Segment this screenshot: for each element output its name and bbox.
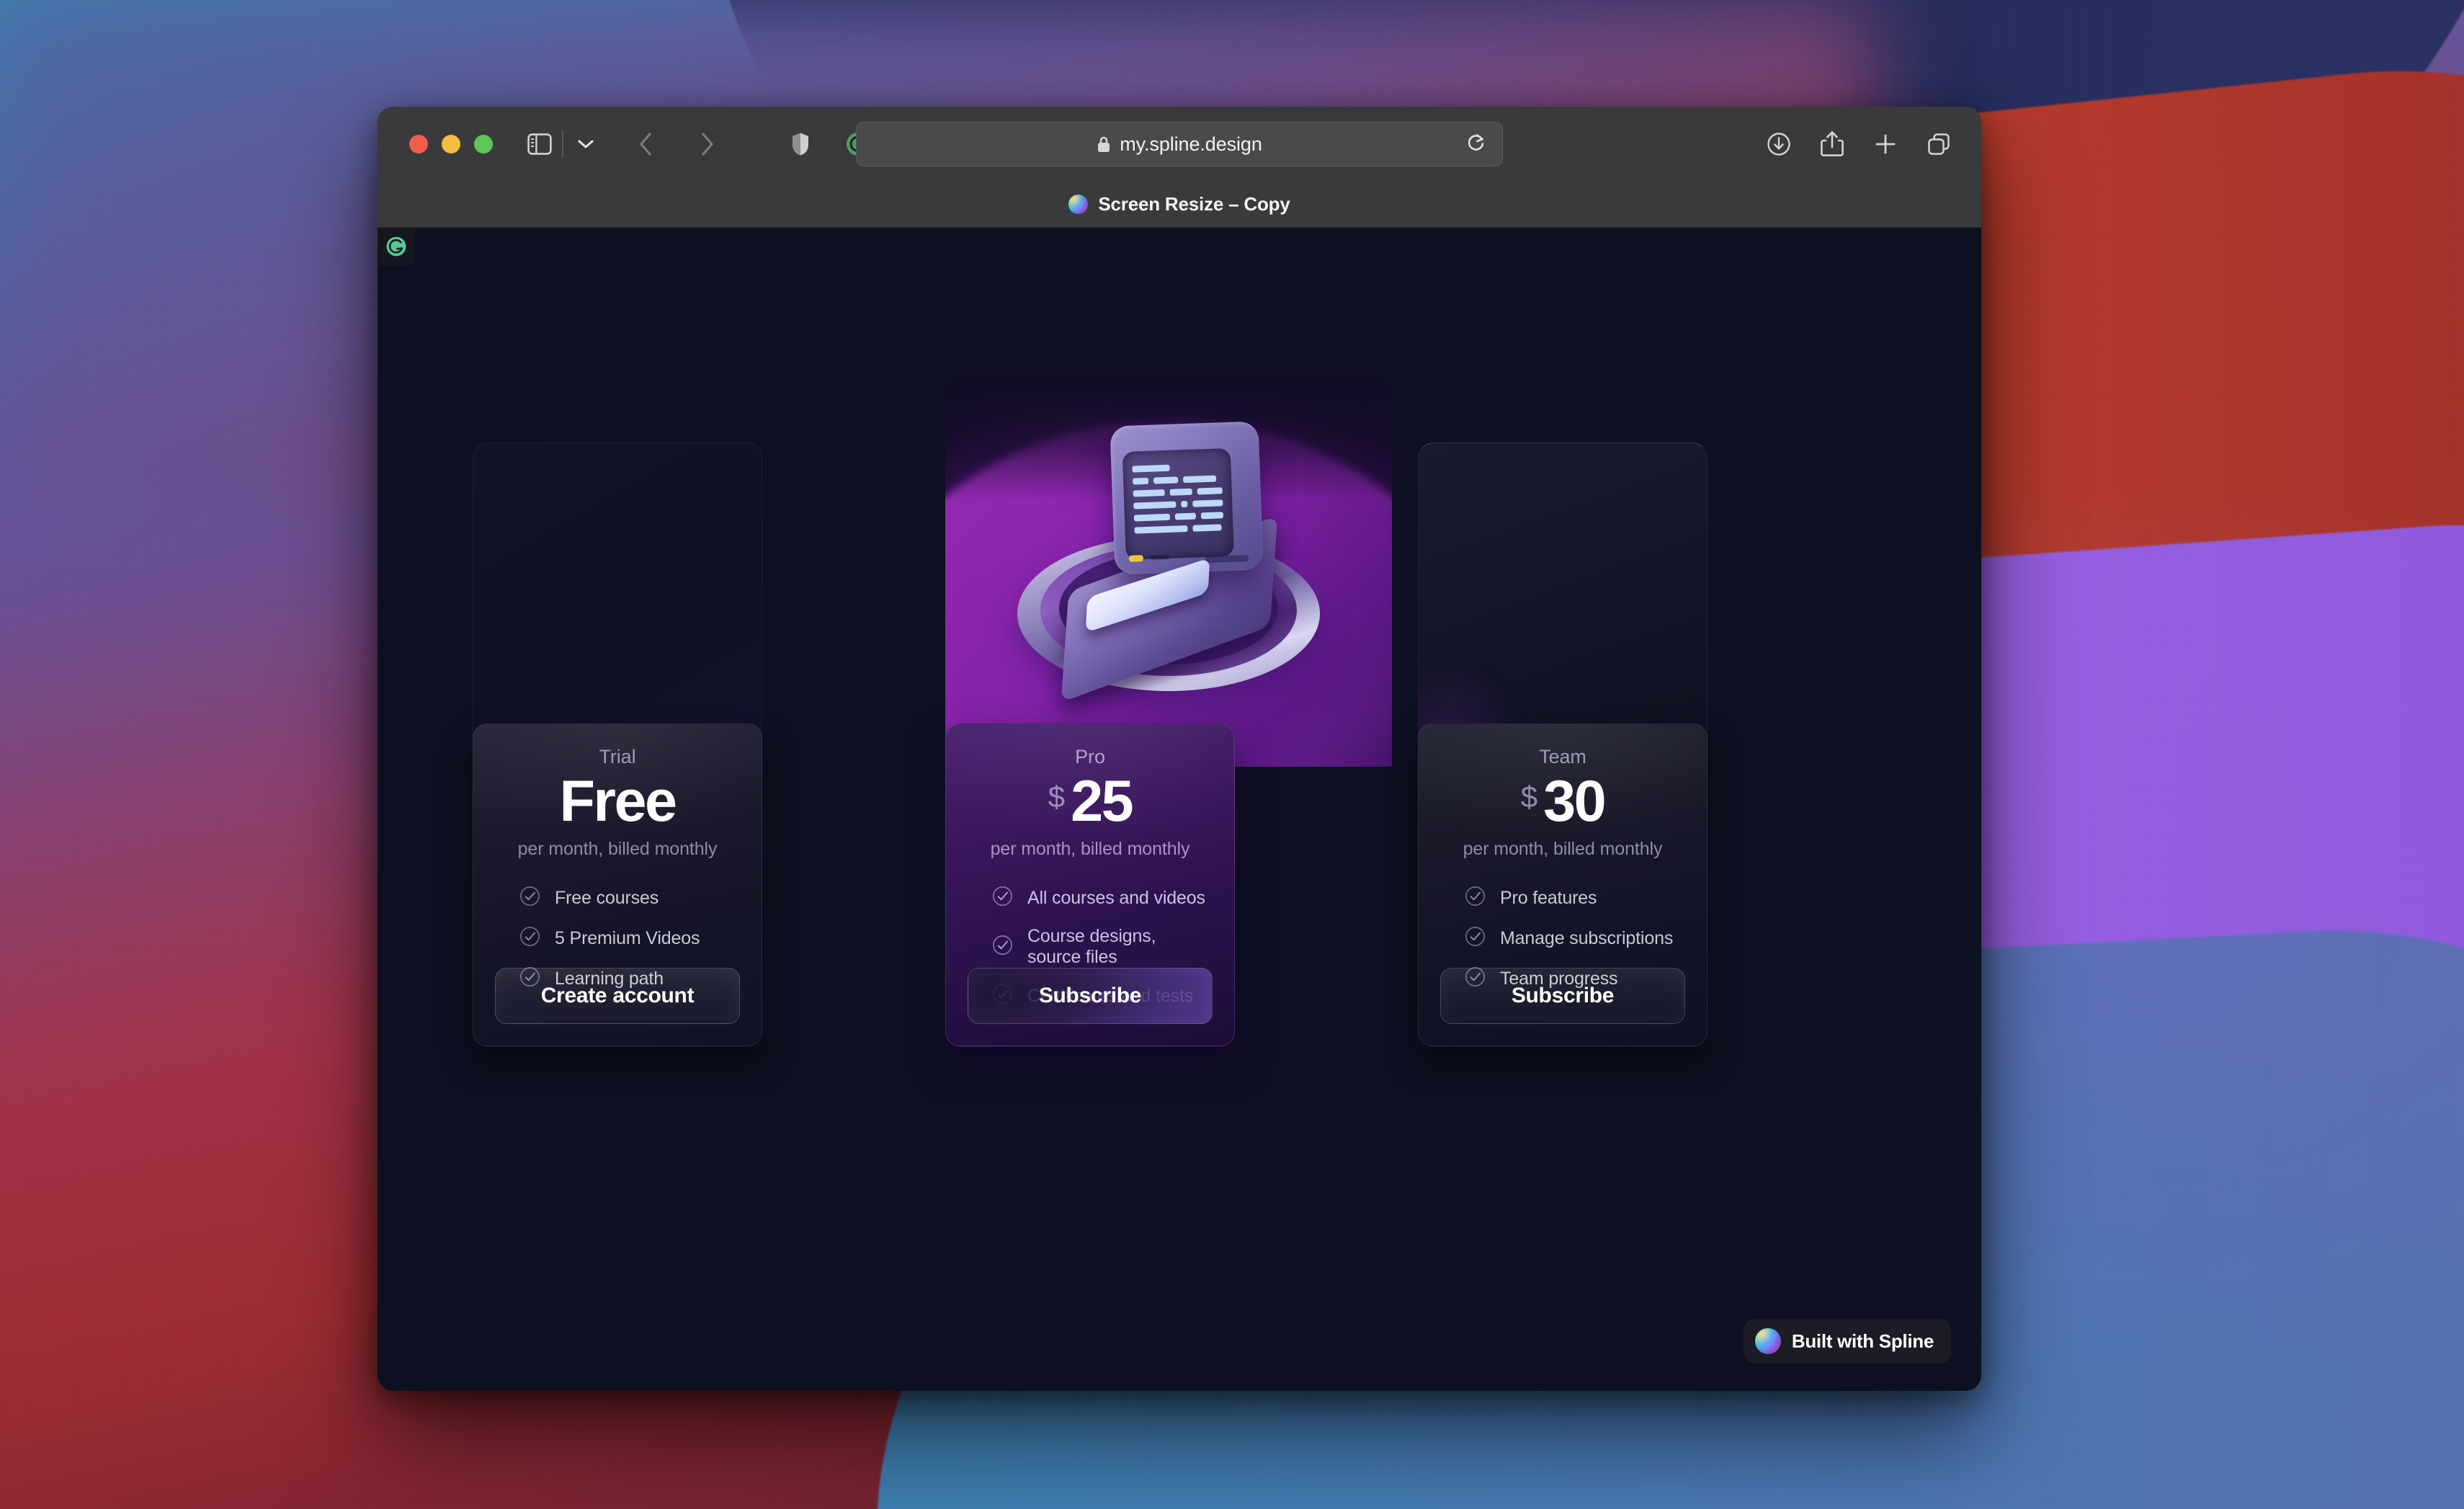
- computer-screen: [1122, 448, 1234, 560]
- spline-logo-icon: [1754, 1328, 1781, 1354]
- feature-item: All courses and videos: [992, 886, 1213, 910]
- pricing-stage: Trial Free per month, billed monthly Fre…: [378, 228, 1981, 1391]
- feature-item: Pro features: [1465, 886, 1685, 910]
- grammarly-page-badge[interactable]: [378, 228, 415, 265]
- plan-amount: 30: [1543, 769, 1607, 834]
- check-circle-icon: [992, 886, 1013, 910]
- plan-billing: per month, billed monthly: [1463, 839, 1663, 859]
- share-button[interactable]: [1811, 123, 1853, 165]
- monitor-led: [1128, 555, 1144, 562]
- computer-monitor: [1110, 421, 1264, 575]
- feature-item: Course designs, source files: [992, 926, 1213, 968]
- built-with-spline-badge[interactable]: Built with Spline: [1743, 1319, 1951, 1363]
- price-row: $ 30: [1440, 770, 1685, 834]
- browser-toolbar: my.spline.design: [378, 107, 1981, 182]
- plus-icon: [1875, 134, 1896, 154]
- check-circle-icon: [1465, 886, 1486, 910]
- price-row: Free: [495, 770, 740, 834]
- toolbar-right-group: [1758, 123, 1960, 165]
- check-circle-icon: [1465, 926, 1486, 951]
- feature-item: Free courses: [519, 886, 740, 910]
- address-bar[interactable]: my.spline.design: [856, 122, 1503, 166]
- chevron-right-icon: [702, 133, 713, 156]
- tab-overview-button[interactable]: [1918, 123, 1960, 165]
- reload-button[interactable]: [1466, 132, 1486, 157]
- safari-window: my.spline.design Screen Resize – Copy Tr…: [378, 107, 1981, 1391]
- privacy-shield-icon: [793, 133, 808, 156]
- sidebar-toggle-button[interactable]: [519, 123, 561, 165]
- feature-item: 5 Premium Videos: [519, 926, 740, 951]
- monitor-drive-slot: [1205, 555, 1249, 564]
- plan-name: Trial: [599, 746, 636, 767]
- check-circle-icon: [519, 886, 540, 910]
- feature-label: Course designs, source files: [1027, 926, 1156, 967]
- feature-label: All courses and videos: [1027, 887, 1205, 908]
- back-button[interactable]: [625, 123, 667, 165]
- plan-name: Pro: [1075, 746, 1105, 767]
- create-account-button[interactable]: Create account: [495, 968, 740, 1024]
- zoom-button[interactable]: [474, 135, 493, 153]
- plan-currency: $: [1520, 780, 1537, 814]
- page-viewport: Trial Free per month, billed monthly Fre…: [378, 228, 1981, 1391]
- chevron-left-icon: [640, 133, 651, 156]
- minimize-button[interactable]: [442, 135, 460, 153]
- feature-label: 5 Premium Videos: [555, 927, 700, 948]
- pricing-card-trial: Trial Free per month, billed monthly Fre…: [473, 724, 762, 1046]
- lock-icon: [1098, 136, 1110, 152]
- retro-computer-3d-illustration: [990, 408, 1350, 725]
- feature-label: Manage subscriptions: [1500, 927, 1674, 948]
- chevron-down-icon: [578, 140, 594, 148]
- tab-active[interactable]: Screen Resize – Copy: [1068, 193, 1290, 215]
- monitor-slot: [1150, 554, 1169, 560]
- built-with-spline-label: Built with Spline: [1791, 1330, 1934, 1352]
- feature-item: Manage subscriptions: [1465, 926, 1685, 951]
- tab-title: Screen Resize – Copy: [1098, 193, 1290, 215]
- share-icon: [1821, 131, 1844, 156]
- subscribe-button-pro[interactable]: Subscribe: [968, 968, 1213, 1024]
- feature-label: Pro features: [1500, 887, 1597, 908]
- subscribe-button-team[interactable]: Subscribe: [1440, 968, 1685, 1024]
- plan-billing: per month, billed monthly: [990, 839, 1190, 859]
- forward-button[interactable]: [686, 123, 728, 165]
- download-icon: [1767, 133, 1790, 156]
- grammarly-icon: [386, 236, 406, 257]
- privacy-report-button[interactable]: [780, 123, 821, 165]
- check-circle-icon: [992, 935, 1013, 959]
- plan-name: Team: [1539, 746, 1586, 767]
- new-tab-button[interactable]: [1865, 123, 1906, 165]
- downloads-button[interactable]: [1758, 123, 1800, 165]
- pricing-card-pro: Pro $ 25 per month, billed monthly All c…: [945, 724, 1235, 1046]
- spline-logo-icon: [1068, 195, 1089, 214]
- reload-icon: [1468, 134, 1484, 151]
- close-button[interactable]: [409, 135, 428, 153]
- price-row: $ 25: [968, 770, 1213, 834]
- window-controls[interactable]: [409, 135, 493, 153]
- toolbar-divider: [562, 130, 563, 158]
- tab-overview-icon: [1928, 133, 1950, 155]
- sidebar-dropdown-button[interactable]: [565, 123, 607, 165]
- tab-bar: Screen Resize – Copy: [378, 182, 1981, 228]
- plan-currency: $: [1048, 780, 1065, 814]
- check-circle-icon: [519, 926, 540, 951]
- feature-label: Free courses: [555, 887, 659, 908]
- sidebar-icon: [527, 133, 552, 155]
- plan-amount: 25: [1071, 769, 1134, 834]
- plan-amount: Free: [559, 769, 677, 834]
- plan-billing: per month, billed monthly: [517, 839, 718, 859]
- pricing-card-team: Team $ 30 per month, billed monthly Pro …: [1418, 724, 1708, 1046]
- address-bar-url: my.spline.design: [1120, 133, 1262, 155]
